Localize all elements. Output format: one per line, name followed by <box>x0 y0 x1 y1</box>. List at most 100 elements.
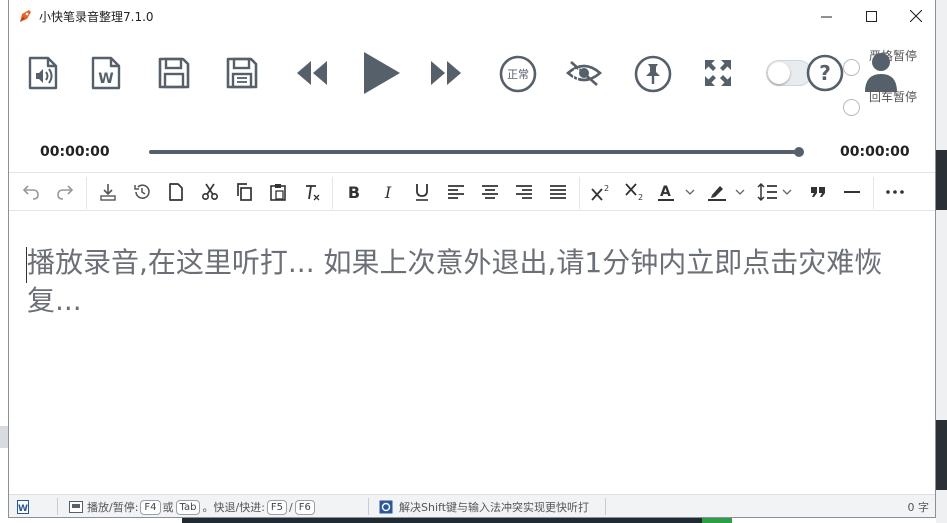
blockquote-button[interactable] <box>804 173 832 211</box>
strict-pause-radio[interactable] <box>843 59 860 76</box>
hide-button[interactable] <box>566 58 602 88</box>
paste-icon <box>270 184 286 201</box>
save-as-icon <box>226 57 258 89</box>
superscript-icon: 2 <box>591 184 609 201</box>
key-tab: Tab <box>175 499 201 515</box>
highlight-icon <box>708 186 745 201</box>
svg-text:W: W <box>98 71 113 87</box>
rewind-button[interactable] <box>295 58 329 88</box>
audio-file-icon <box>28 56 58 90</box>
or-text: 或 <box>162 501 174 514</box>
paste-button[interactable] <box>264 173 292 211</box>
user-avatar-icon[interactable] <box>864 52 898 92</box>
pin-icon <box>634 55 672 93</box>
shortcut-hint: 播放/暂停: F4 或 Tab 。快退/快进: F5 / F6 <box>69 499 317 515</box>
justify-button[interactable] <box>544 173 572 211</box>
copy-button[interactable] <box>230 173 258 211</box>
close-button[interactable] <box>893 0 939 32</box>
more-button[interactable] <box>881 173 909 211</box>
underline-button[interactable] <box>408 173 436 211</box>
key-f5: F5 <box>266 499 288 515</box>
editor-placeholder: 播放录音,在这里听打... 如果上次意外退出,请1分钟内立即点击灾难恢复... <box>27 246 883 317</box>
hide-icon <box>566 61 602 86</box>
export-word-button[interactable]: W <box>89 56 123 90</box>
bold-icon: B <box>347 182 361 202</box>
align-left-icon <box>448 185 464 199</box>
new-doc-button[interactable] <box>162 173 190 211</box>
history-icon <box>134 184 150 199</box>
enter-pause-radio[interactable] <box>843 99 860 116</box>
minimize-button[interactable] <box>803 0 849 32</box>
fullscreen-icon <box>705 60 731 86</box>
cut-button[interactable] <box>196 173 224 211</box>
clear-format-button[interactable] <box>298 173 326 211</box>
history-button[interactable] <box>128 173 156 211</box>
word-status-button[interactable]: W <box>17 499 31 515</box>
editor-toolbar: B I 2 2 A <box>9 172 935 211</box>
svg-text:2: 2 <box>604 184 609 193</box>
play-pause-label: 播放/暂停: <box>87 501 139 514</box>
svg-text:?: ? <box>819 61 831 85</box>
maximize-button[interactable] <box>848 0 894 32</box>
fast-forward-button[interactable] <box>429 58 463 88</box>
save-button[interactable] <box>157 56 191 90</box>
save-as-button[interactable] <box>225 56 259 90</box>
fullscreen-button[interactable] <box>702 57 734 89</box>
maximize-icon <box>865 10 877 22</box>
rewind-icon <box>297 61 327 85</box>
highlight-button[interactable] <box>705 173 751 211</box>
progress-bar[interactable] <box>149 150 801 154</box>
subscript-button[interactable]: 2 <box>621 173 649 211</box>
italic-icon: I <box>384 182 392 202</box>
app-logo-icon <box>20 10 31 22</box>
shift-tip[interactable]: 解决Shift键与输入法冲突实现更快听打 <box>379 499 589 515</box>
redo-button[interactable] <box>51 173 79 211</box>
underline-icon <box>416 184 428 201</box>
speed-label: 正常 <box>507 68 529 81</box>
font-color-icon: A <box>658 184 695 201</box>
help-button[interactable]: ? <box>806 54 844 92</box>
play-button[interactable] <box>359 50 403 96</box>
font-color-button[interactable]: A <box>655 173 701 211</box>
superscript-button[interactable]: 2 <box>587 173 615 211</box>
word-file-icon: W <box>91 56 121 90</box>
align-right-button[interactable] <box>510 173 538 211</box>
close-icon <box>910 10 922 22</box>
svg-text:W: W <box>18 504 28 514</box>
editor-area[interactable]: 播放录音,在这里听打... 如果上次意外退出,请1分钟内立即点击灾难恢复... <box>9 211 935 494</box>
align-left-button[interactable] <box>442 173 470 211</box>
horizontal-rule-button[interactable] <box>838 173 866 211</box>
open-audio-button[interactable] <box>26 56 60 90</box>
line-height-icon <box>757 182 792 202</box>
pin-button[interactable] <box>634 55 672 93</box>
line-height-button[interactable] <box>755 173 799 211</box>
app-window: 小快笔录音整理7.1.0 W 正常 ? 严格暂停 回车暂停 00:00:00 0… <box>8 0 936 518</box>
align-center-icon <box>482 185 498 199</box>
help-icon: ? <box>806 54 844 92</box>
title-bar: 小快笔录音整理7.1.0 <box>9 0 935 32</box>
window-title: 小快笔录音整理7.1.0 <box>39 10 154 24</box>
seek-label: 。快退/快进: <box>202 501 265 514</box>
bold-button[interactable]: B <box>340 173 368 211</box>
justify-icon <box>550 185 566 199</box>
progress-handle[interactable] <box>794 147 804 157</box>
save-icon <box>158 57 190 89</box>
new-document-icon <box>169 183 183 201</box>
shift-tip-text: 解决Shift键与输入法冲突实现更快听打 <box>399 501 590 514</box>
italic-button[interactable]: I <box>374 173 402 211</box>
undo-button[interactable] <box>17 173 45 211</box>
key-f4: F4 <box>140 499 161 515</box>
total-time: 00:00:00 <box>840 144 910 160</box>
align-right-icon <box>516 185 532 199</box>
horizontal-rule-icon <box>844 191 860 193</box>
enter-pause-label: 回车暂停 <box>869 90 918 104</box>
undo-icon <box>22 185 39 200</box>
redo-icon <box>57 185 74 200</box>
info-icon <box>379 500 393 514</box>
svg-text:2: 2 <box>638 193 643 201</box>
download-button[interactable] <box>94 173 122 211</box>
char-count: 0 字 <box>907 501 930 514</box>
align-center-button[interactable] <box>476 173 504 211</box>
slash-text: / <box>289 500 293 514</box>
speed-button[interactable]: 正常 <box>499 55 537 93</box>
